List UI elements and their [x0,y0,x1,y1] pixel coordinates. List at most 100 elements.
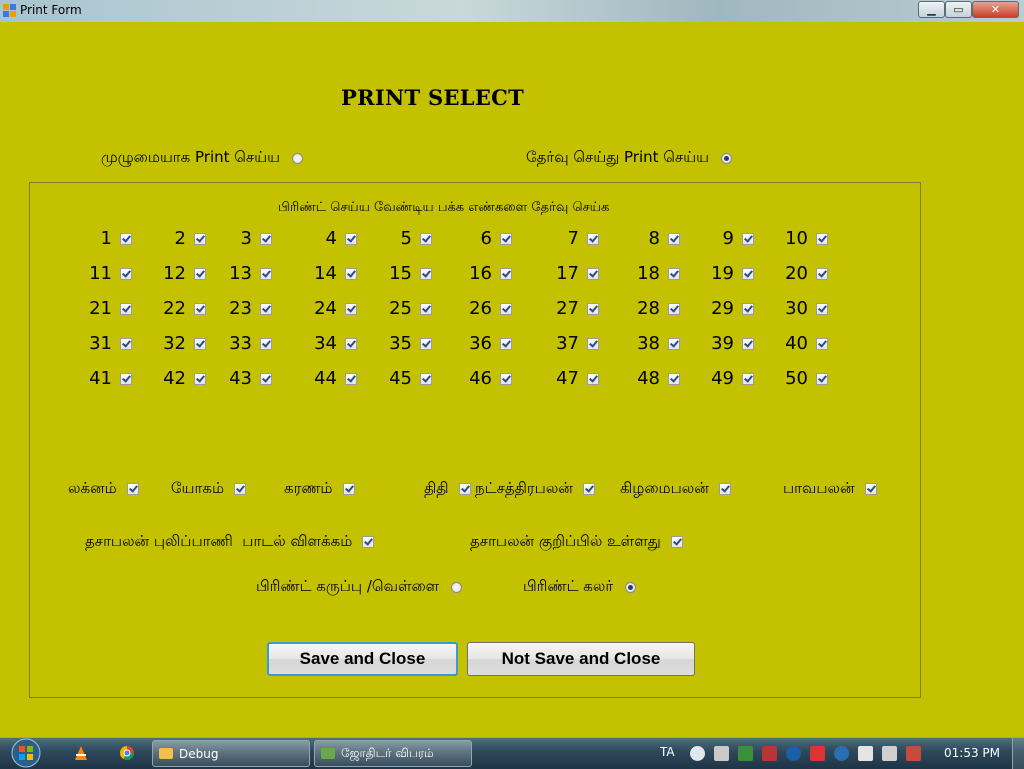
page-checkbox[interactable] [742,372,754,385]
option-checkbox[interactable] [342,483,355,495]
clock[interactable]: 01:53 PM [944,746,1000,760]
page-checkbox-item[interactable]: 29 [700,298,754,319]
page-checkbox[interactable] [345,232,357,245]
start-button[interactable] [8,738,44,769]
page-checkbox-item[interactable]: 3 [218,228,272,249]
page-checkbox-item[interactable]: 12 [152,263,206,284]
page-checkbox-item[interactable]: 15 [378,263,432,284]
page-checkbox[interactable] [587,232,599,245]
page-checkbox-item[interactable]: 16 [458,263,512,284]
page-checkbox-item[interactable]: 47 [545,368,599,389]
page-checkbox[interactable] [345,302,357,315]
page-checkbox[interactable] [120,372,132,385]
page-checkbox-item[interactable]: 46 [458,368,512,389]
option-checkbox-item[interactable]: லக்னம் [68,479,139,499]
page-checkbox[interactable] [420,267,432,280]
option-checkbox-item[interactable]: கிழமைபலன் [620,479,731,499]
chrome-icon[interactable] [119,745,135,761]
page-checkbox-item[interactable]: 9 [700,228,754,249]
page-checkbox-item[interactable]: 23 [218,298,272,319]
page-checkbox-item[interactable]: 8 [626,228,680,249]
option-checkbox-item[interactable]: நட்சத்திரபலன் [475,479,595,499]
page-checkbox-item[interactable]: 2 [152,228,206,249]
action-center-icon[interactable] [906,746,921,761]
taskbar-item-debug[interactable]: Debug [152,740,310,767]
radio-full-print-button[interactable] [291,152,303,164]
page-checkbox-item[interactable]: 7 [545,228,599,249]
antivirus-icon[interactable] [810,746,825,761]
radio-select-print[interactable]: தேர்வு செய்து Print செய்ய [526,148,732,168]
page-checkbox-item[interactable]: 21 [78,298,132,319]
bluetooth-icon[interactable] [786,746,801,761]
option-checkbox[interactable] [234,483,247,495]
page-checkbox[interactable] [742,267,754,280]
page-checkbox[interactable] [260,302,272,315]
radio-select-print-button[interactable] [720,152,732,164]
page-checkbox-item[interactable]: 28 [626,298,680,319]
page-checkbox-item[interactable]: 5 [378,228,432,249]
close-button[interactable]: ✕ [972,1,1019,18]
page-checkbox[interactable] [668,267,680,280]
page-checkbox[interactable] [120,232,132,245]
page-checkbox[interactable] [742,232,754,245]
page-checkbox[interactable] [120,302,132,315]
page-checkbox[interactable] [120,267,132,280]
page-checkbox-item[interactable]: 24 [303,298,357,319]
option-checkbox-item[interactable]: தசாபலன் புலிப்பாணி பாடல் விளக்கம் [85,532,375,552]
page-checkbox-item[interactable]: 11 [78,263,132,284]
radio-full-print[interactable]: முழுமையாக Print செய்ய [101,148,303,168]
option-checkbox-item[interactable]: தசாபலன் குறிப்பில் உள்ளது [470,532,683,552]
page-checkbox[interactable] [500,372,512,385]
page-checkbox-item[interactable]: 45 [378,368,432,389]
update-icon[interactable] [834,746,849,761]
page-checkbox[interactable] [742,302,754,315]
page-checkbox[interactable] [420,337,432,350]
page-checkbox[interactable] [260,372,272,385]
page-checkbox-item[interactable]: 38 [626,333,680,354]
page-checkbox[interactable] [816,302,828,315]
page-checkbox-item[interactable]: 49 [700,368,754,389]
page-checkbox[interactable] [668,302,680,315]
page-checkbox[interactable] [816,372,828,385]
page-checkbox[interactable] [668,337,680,350]
option-checkbox-item[interactable]: யோகம் [171,479,247,499]
page-checkbox[interactable] [668,232,680,245]
page-checkbox-item[interactable]: 34 [303,333,357,354]
radio-print-color-button[interactable] [625,581,637,593]
page-checkbox-item[interactable]: 13 [218,263,272,284]
page-checkbox[interactable] [668,372,680,385]
page-checkbox-item[interactable]: 42 [152,368,206,389]
page-checkbox[interactable] [120,337,132,350]
option-checkbox[interactable] [582,483,595,495]
page-checkbox-item[interactable]: 27 [545,298,599,319]
page-checkbox-item[interactable]: 26 [458,298,512,319]
page-checkbox-item[interactable]: 30 [774,298,828,319]
page-checkbox[interactable] [260,337,272,350]
page-checkbox-item[interactable]: 50 [774,368,828,389]
page-checkbox[interactable] [194,372,206,385]
page-checkbox-item[interactable]: 35 [378,333,432,354]
page-checkbox-item[interactable]: 6 [458,228,512,249]
printer-icon[interactable] [714,746,729,761]
option-checkbox[interactable] [362,536,375,548]
language-indicator[interactable]: TA [660,745,675,759]
option-checkbox-item[interactable]: பாவபலன் [783,479,877,499]
page-checkbox-item[interactable]: 22 [152,298,206,319]
network-icon[interactable] [690,746,705,761]
not-save-and-close-button[interactable]: Not Save and Close [467,642,695,676]
page-checkbox-item[interactable]: 32 [152,333,206,354]
page-checkbox[interactable] [500,267,512,280]
page-checkbox[interactable] [345,267,357,280]
page-checkbox-item[interactable]: 37 [545,333,599,354]
flag-icon[interactable] [738,746,753,761]
page-checkbox-item[interactable]: 31 [78,333,132,354]
power-icon[interactable] [882,746,897,761]
maximize-button[interactable]: ▭ [945,1,972,18]
radio-print-color[interactable]: பிரிண்ட் கலர் [523,577,637,597]
page-checkbox[interactable] [194,302,206,315]
page-checkbox[interactable] [816,337,828,350]
page-checkbox[interactable] [420,232,432,245]
option-checkbox[interactable] [458,483,471,495]
page-checkbox-item[interactable]: 17 [545,263,599,284]
page-checkbox[interactable] [345,337,357,350]
